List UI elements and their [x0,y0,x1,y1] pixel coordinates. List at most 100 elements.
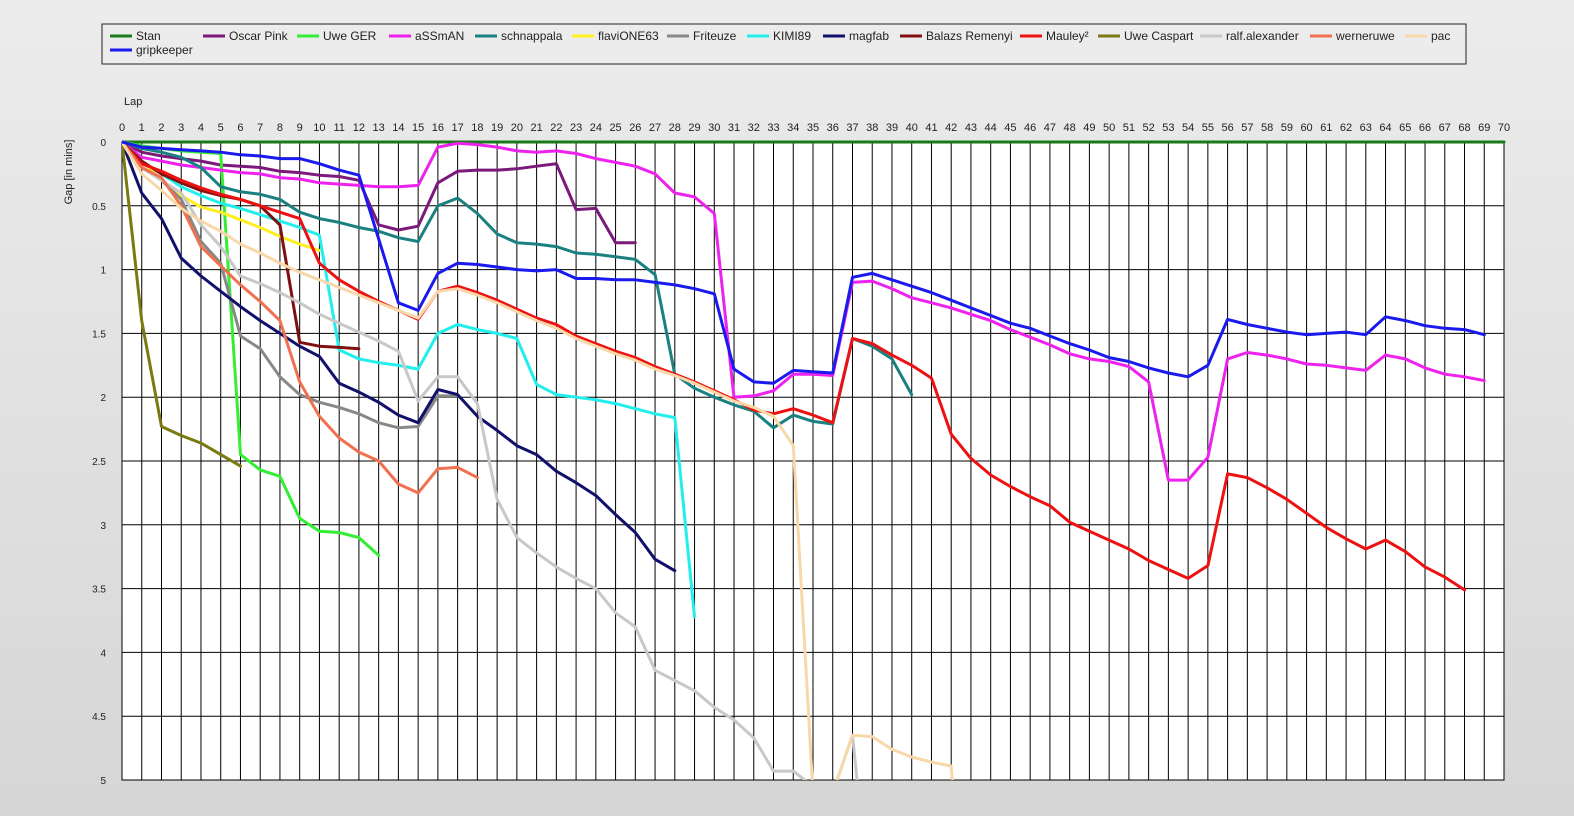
legend-label: Balazs Remenyi [926,29,1013,43]
x-tick-label: 15 [412,122,424,134]
x-tick-label: 62 [1340,122,1352,134]
y-tick-label: 1.5 [92,329,106,340]
y-tick-label: 3 [100,521,106,532]
x-tick-label: 24 [590,122,602,134]
x-tick-label: 43 [965,122,977,134]
x-tick-label: 40 [906,122,918,134]
legend-label: ralf.alexander [1226,29,1299,43]
x-tick-label: 1 [139,122,145,134]
x-tick-label: 44 [985,122,997,134]
x-tick-label: 50 [1103,122,1115,134]
x-tick-label: 60 [1300,122,1312,134]
x-tick-label: 16 [432,122,444,134]
x-tick-label: 45 [1004,122,1016,134]
y-tick-label: 2.5 [92,457,106,468]
x-tick-label: 25 [609,122,621,134]
legend-label: aSSmAN [415,29,464,43]
x-tick-label: 42 [945,122,957,134]
x-tick-label: 33 [767,122,779,134]
x-tick-label: 14 [392,122,404,134]
y-tick-label: 2 [100,393,106,404]
x-tick-label: 10 [313,122,325,134]
x-tick-label: 3 [178,122,184,134]
legend-label: werneruwe [1335,29,1395,43]
x-tick-label: 65 [1399,122,1411,134]
x-tick-label: 26 [629,122,641,134]
legend: Stan Oscar Pink Uwe GER aSSmAN schnappala fla… [101,23,1467,65]
x-tick-label: 36 [827,122,839,134]
legend-label: Stan [136,29,161,43]
x-tick-label: 30 [708,122,720,134]
x-tick-label: 52 [1143,122,1155,134]
x-tick-label: 66 [1419,122,1431,134]
x-tick-label: 18 [471,122,483,134]
x-tick-label: 46 [1024,122,1036,134]
x-tick-label: 64 [1379,122,1391,134]
x-tick-label: 37 [846,122,858,134]
x-tick-label: 35 [807,122,819,134]
legend-label: Oscar Pink [229,29,289,43]
gap-chart: Stan Oscar Pink Uwe GER aSSmAN schnappala fla… [63,23,1510,787]
x-tick-label: 38 [866,122,878,134]
x-tick-label: 61 [1320,122,1332,134]
x-tick-label: 63 [1360,122,1372,134]
x-tick-label: 7 [257,122,263,134]
x-tick-label: 59 [1281,122,1293,134]
x-tick-label: 5 [218,122,224,134]
x-tick-label: 69 [1478,122,1490,134]
x-tick-label: 51 [1123,122,1135,134]
x-tick-label: 32 [748,122,760,134]
x-tick-label: 9 [297,122,303,134]
x-tick-label: 39 [886,122,898,134]
x-tick-label: 20 [511,122,523,134]
y-tick-label: 4 [100,648,106,659]
x-tick-label: 48 [1064,122,1076,134]
legend-label: Uwe Caspart [1124,29,1194,43]
legend-label: flaviONE63 [598,29,659,43]
x-tick-label: 21 [530,122,542,134]
legend-label: Friteuze [693,29,737,43]
legend-label: KIMI89 [773,29,811,43]
x-tick-label: 8 [277,122,283,134]
x-tick-label: 70 [1498,122,1510,134]
x-tick-label: 2 [158,122,164,134]
y-tick-label: 3.5 [92,585,106,596]
legend-label: gripkeeper [136,43,193,57]
legend-label: pac [1431,29,1450,43]
x-tick-label: 68 [1458,122,1470,134]
x-tick-label: 29 [688,122,700,134]
x-tick-label: 0 [119,122,125,134]
x-tick-label: 54 [1182,122,1194,134]
x-tick-label: 6 [237,122,243,134]
x-tick-label: 4 [198,122,204,134]
legend-label: schnappala [501,29,563,43]
x-tick-label: 28 [669,122,681,134]
legend-label: magfab [849,29,889,43]
x-tick-label: 41 [925,122,937,134]
legend-label: Uwe GER [323,29,377,43]
y-tick-label: 4.5 [92,712,106,723]
x-tick-label: 34 [787,122,799,134]
x-tick-label: 57 [1241,122,1253,134]
x-tick-label: 47 [1044,122,1056,134]
x-tick-label: 67 [1439,122,1451,134]
x-tick-label: 23 [570,122,582,134]
y-tick-label: 1 [100,266,106,277]
x-tick-label: 22 [550,122,562,134]
y-axis-title: Gap [in mins] [63,140,75,205]
x-tick-label: 49 [1083,122,1095,134]
x-tick-label: 19 [491,122,503,134]
x-tick-label: 56 [1221,122,1233,134]
x-tick-label: 53 [1162,122,1174,134]
plot-grid [121,141,1505,781]
x-tick-label: 55 [1202,122,1214,134]
x-tick-label: 58 [1261,122,1273,134]
x-tick-label: 11 [333,122,344,134]
legend-label: Mauley² [1046,29,1089,43]
x-tick-label: 27 [649,122,661,134]
x-axis-title: Lap [124,96,142,108]
x-tick-label: 12 [353,122,365,134]
x-tick-label: 17 [452,122,464,134]
x-tick-label: 31 [728,122,740,134]
y-tick-label: 5 [100,776,106,787]
